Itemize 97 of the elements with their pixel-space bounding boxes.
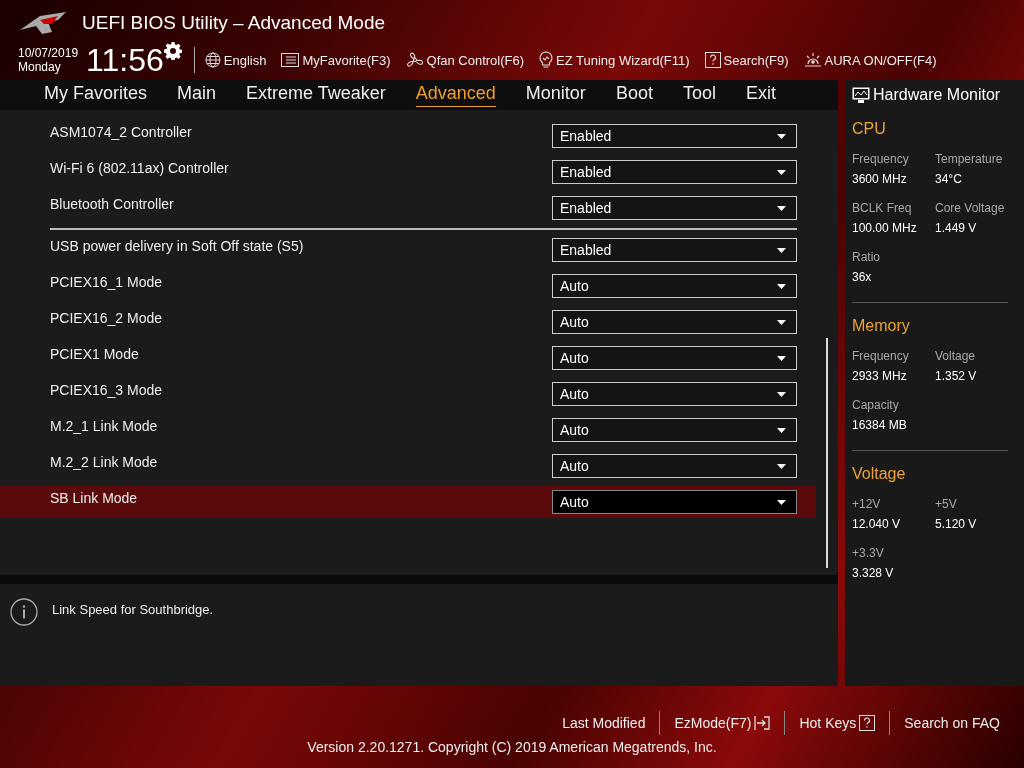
list-icon [281, 53, 300, 67]
reading-label: Frequency [852, 152, 910, 166]
toolbar-button[interactable]: Qfan Control(F6) [405, 51, 525, 69]
caret-icon [777, 463, 786, 469]
setting-label: M.2_2 Link Mode [50, 454, 158, 470]
scrollbar-thumb[interactable] [826, 338, 828, 568]
reading-label: Voltage [935, 349, 977, 363]
reading-label: Ratio [852, 250, 881, 264]
reading-value: 3600 MHz [852, 172, 908, 186]
reading-label: +3.3V [852, 546, 885, 560]
setting-dropdown[interactable]: Auto [552, 454, 797, 478]
selected-row-highlight[interactable]: SB Link Mode Auto [0, 486, 816, 518]
tab[interactable]: My Favorites [44, 83, 148, 107]
toolbar-button[interactable]: AURA ON/OFF(F4) [803, 51, 937, 69]
lightbulb-icon [539, 51, 554, 69]
clock: 11:56 [86, 43, 164, 77]
footer-link[interactable]: Hot Keys [785, 715, 890, 731]
reading-value: 2933 MHz [852, 369, 908, 383]
caret-icon [777, 427, 786, 433]
toolbar-button[interactable]: Search(F9) [704, 51, 789, 69]
setting-label: PCIEX16_3 Mode [50, 382, 163, 398]
caret-icon [777, 283, 786, 289]
setting-dropdown[interactable]: Enabled [552, 196, 797, 220]
fan-icon [405, 52, 424, 68]
section-title: Voltage [852, 465, 907, 483]
date: 10/07/2019 [18, 46, 79, 60]
globe-icon [204, 52, 221, 68]
section-title: CPU [852, 120, 887, 138]
tab[interactable]: Extreme Tweaker [246, 83, 386, 107]
logo [18, 10, 68, 36]
reading-label: Frequency [852, 349, 910, 363]
reading-label: +5V [935, 497, 958, 511]
help-icon [704, 52, 721, 68]
caret-icon [777, 247, 786, 253]
setting-dropdown[interactable]: Enabled [552, 124, 797, 148]
caret-icon [777, 391, 786, 397]
reading-value: 36x [852, 270, 873, 284]
reading-label: Temperature [935, 152, 1004, 166]
setting-dropdown[interactable]: Auto [552, 418, 797, 442]
setting-label: PCIEX1 Mode [50, 346, 139, 362]
setting-dropdown[interactable]: Auto [552, 346, 797, 370]
footer-link[interactable]: Search on FAQ [890, 715, 1014, 731]
setting-label: SB Link Mode [50, 490, 138, 506]
toolbar-button[interactable]: MyFavorite(F3) [281, 51, 391, 69]
help-text: Link Speed for Southbridge. [52, 602, 214, 619]
section-title: Memory [852, 317, 911, 335]
reading-value: 1.449 V [935, 221, 978, 235]
setting-dropdown[interactable]: Auto [552, 490, 797, 514]
reading-value: 3.328 V [852, 566, 895, 580]
footer-link[interactable]: Last Modified [548, 715, 660, 731]
caret-icon [777, 133, 786, 139]
setting-label: PCIEX16_1 Mode [50, 274, 163, 290]
reading-value: 16384 MB [852, 418, 908, 432]
tab[interactable]: Boot [615, 83, 653, 107]
reading-label: Core Voltage [935, 201, 1006, 215]
caret-icon [777, 355, 786, 361]
reading-value: 100.00 MHz [852, 221, 918, 235]
setting-label: Wi-Fi 6 (802.11ax) Controller [50, 160, 229, 176]
caret-icon [777, 205, 786, 211]
reading-value: 5.120 V [935, 517, 978, 531]
setting-label: ASM1074_2 Controller [50, 124, 192, 140]
setting-label: M.2_1 Link Mode [50, 418, 158, 434]
setting-dropdown[interactable]: Auto [552, 310, 797, 334]
setting-label: USB power delivery in Soft Off state (S5) [50, 238, 304, 254]
weekday: Monday [18, 60, 62, 74]
panel-title: Hardware Monitor [873, 86, 1001, 104]
exit-icon [754, 716, 771, 730]
reading-value: 34°C [935, 172, 963, 186]
setting-dropdown[interactable]: Enabled [552, 238, 797, 262]
tab[interactable]: Exit [745, 83, 776, 107]
light-icon [803, 52, 822, 68]
version-text: Version 2.20.1271. Copyright (C) 2019 American Megatrends, Inc. [306, 739, 718, 755]
setting-label: Bluetooth Controller [50, 196, 174, 212]
setting-label: PCIEX16_2 Mode [50, 310, 163, 326]
caret-icon [777, 499, 786, 505]
tab[interactable]: Tool [682, 83, 716, 107]
help-icon [859, 715, 876, 731]
reading-value: 12.040 V [852, 517, 902, 531]
tab[interactable]: Monitor [525, 83, 586, 107]
monitor-icon [852, 86, 870, 104]
setting-dropdown[interactable]: Auto [552, 274, 797, 298]
reading-label: BCLK Freq [852, 201, 913, 215]
reading-label: Capacity [852, 398, 900, 412]
setting-dropdown[interactable]: Auto [552, 382, 797, 406]
info-icon [10, 598, 38, 626]
caret-icon [777, 319, 786, 325]
setting-dropdown[interactable]: Enabled [552, 160, 797, 184]
window-title: UEFI BIOS Utility – Advanced Mode [82, 12, 386, 34]
caret-icon [777, 169, 786, 175]
settings-icon[interactable] [163, 42, 182, 60]
reading-value: 1.352 V [935, 369, 978, 383]
tab[interactable]: Main [177, 83, 217, 107]
toolbar-button[interactable]: English [204, 51, 267, 69]
tab[interactable]: Advanced [415, 83, 496, 107]
reading-label: +12V [852, 497, 882, 511]
toolbar-button[interactable]: EZ Tuning Wizard(F11) [539, 51, 690, 69]
footer-link[interactable]: EzMode(F7) [660, 715, 785, 731]
